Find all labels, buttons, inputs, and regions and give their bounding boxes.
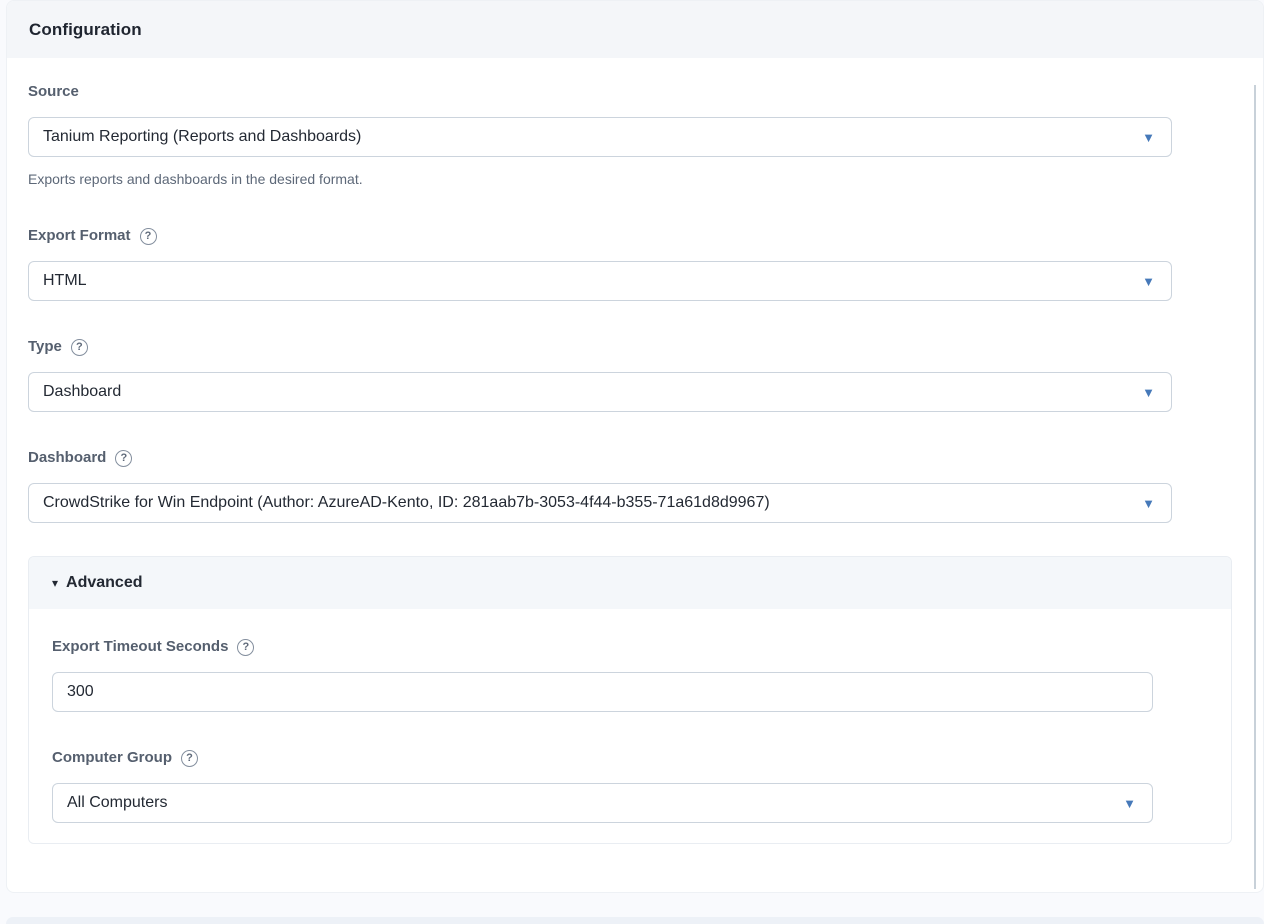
source-help-text: Exports reports and dashboards in the de… — [28, 171, 1263, 188]
advanced-section-toggle[interactable]: ▾ Advanced — [29, 557, 1231, 609]
field-export-timeout: Export Timeout Seconds ? — [52, 638, 1231, 712]
dropdown-arrow-icon: ▼ — [1142, 131, 1155, 144]
computer-group-select[interactable]: All Computers ▼ — [52, 783, 1153, 823]
advanced-section-title: Advanced — [66, 574, 142, 592]
source-label: Source — [28, 83, 79, 101]
type-label-row: Type ? — [28, 338, 1263, 356]
export-timeout-label: Export Timeout Seconds — [52, 638, 228, 656]
type-select[interactable]: Dashboard ▼ — [28, 372, 1172, 412]
page: Configuration Source Tanium Reporting (R… — [0, 0, 1264, 924]
field-type: Type ? Dashboard ▼ — [28, 338, 1263, 412]
help-icon[interactable]: ? — [181, 750, 198, 767]
computer-group-label: Computer Group — [52, 749, 172, 767]
dropdown-arrow-icon: ▼ — [1142, 386, 1155, 399]
configuration-panel: Configuration Source Tanium Reporting (R… — [6, 0, 1264, 893]
scrollbar[interactable] — [1254, 85, 1256, 889]
dashboard-label: Dashboard — [28, 449, 106, 467]
advanced-section: ▾ Advanced Export Timeout Seconds ? — [28, 556, 1232, 844]
field-export-format: Export Format ? HTML ▼ — [28, 227, 1263, 301]
configuration-form: Source Tanium Reporting (Reports and Das… — [7, 58, 1263, 844]
dropdown-arrow-icon: ▼ — [1123, 797, 1136, 810]
dashboard-label-row: Dashboard ? — [28, 449, 1263, 467]
export-format-label: Export Format — [28, 227, 131, 245]
configuration-panel-header: Configuration — [7, 1, 1263, 58]
help-icon[interactable]: ? — [115, 450, 132, 467]
field-computer-group: Computer Group ? All Computers ▼ — [52, 749, 1231, 823]
export-format-select[interactable]: HTML ▼ — [28, 261, 1172, 301]
dashboard-select-value: CrowdStrike for Win Endpoint (Author: Az… — [43, 494, 770, 512]
next-panel-header-edge[interactable] — [6, 917, 1264, 924]
help-icon[interactable]: ? — [237, 639, 254, 656]
help-icon[interactable]: ? — [140, 228, 157, 245]
type-select-value: Dashboard — [43, 383, 121, 401]
collapse-caret-icon: ▾ — [52, 577, 58, 589]
export-timeout-input[interactable] — [52, 672, 1153, 712]
dropdown-arrow-icon: ▼ — [1142, 497, 1155, 510]
export-format-label-row: Export Format ? — [28, 227, 1263, 245]
dropdown-arrow-icon: ▼ — [1142, 275, 1155, 288]
source-select-value: Tanium Reporting (Reports and Dashboards… — [43, 128, 361, 146]
advanced-section-body: Export Timeout Seconds ? Computer Group … — [29, 609, 1231, 843]
field-source: Source Tanium Reporting (Reports and Das… — [28, 83, 1263, 188]
computer-group-select-value: All Computers — [67, 794, 167, 812]
export-timeout-label-row: Export Timeout Seconds ? — [52, 638, 1231, 656]
export-format-select-value: HTML — [43, 272, 87, 290]
panel-title: Configuration — [29, 20, 142, 40]
field-dashboard: Dashboard ? CrowdStrike for Win Endpoint… — [28, 449, 1263, 523]
help-icon[interactable]: ? — [71, 339, 88, 356]
source-label-row: Source — [28, 83, 1263, 101]
source-select[interactable]: Tanium Reporting (Reports and Dashboards… — [28, 117, 1172, 157]
dashboard-select[interactable]: CrowdStrike for Win Endpoint (Author: Az… — [28, 483, 1172, 523]
computer-group-label-row: Computer Group ? — [52, 749, 1231, 767]
type-label: Type — [28, 338, 62, 356]
